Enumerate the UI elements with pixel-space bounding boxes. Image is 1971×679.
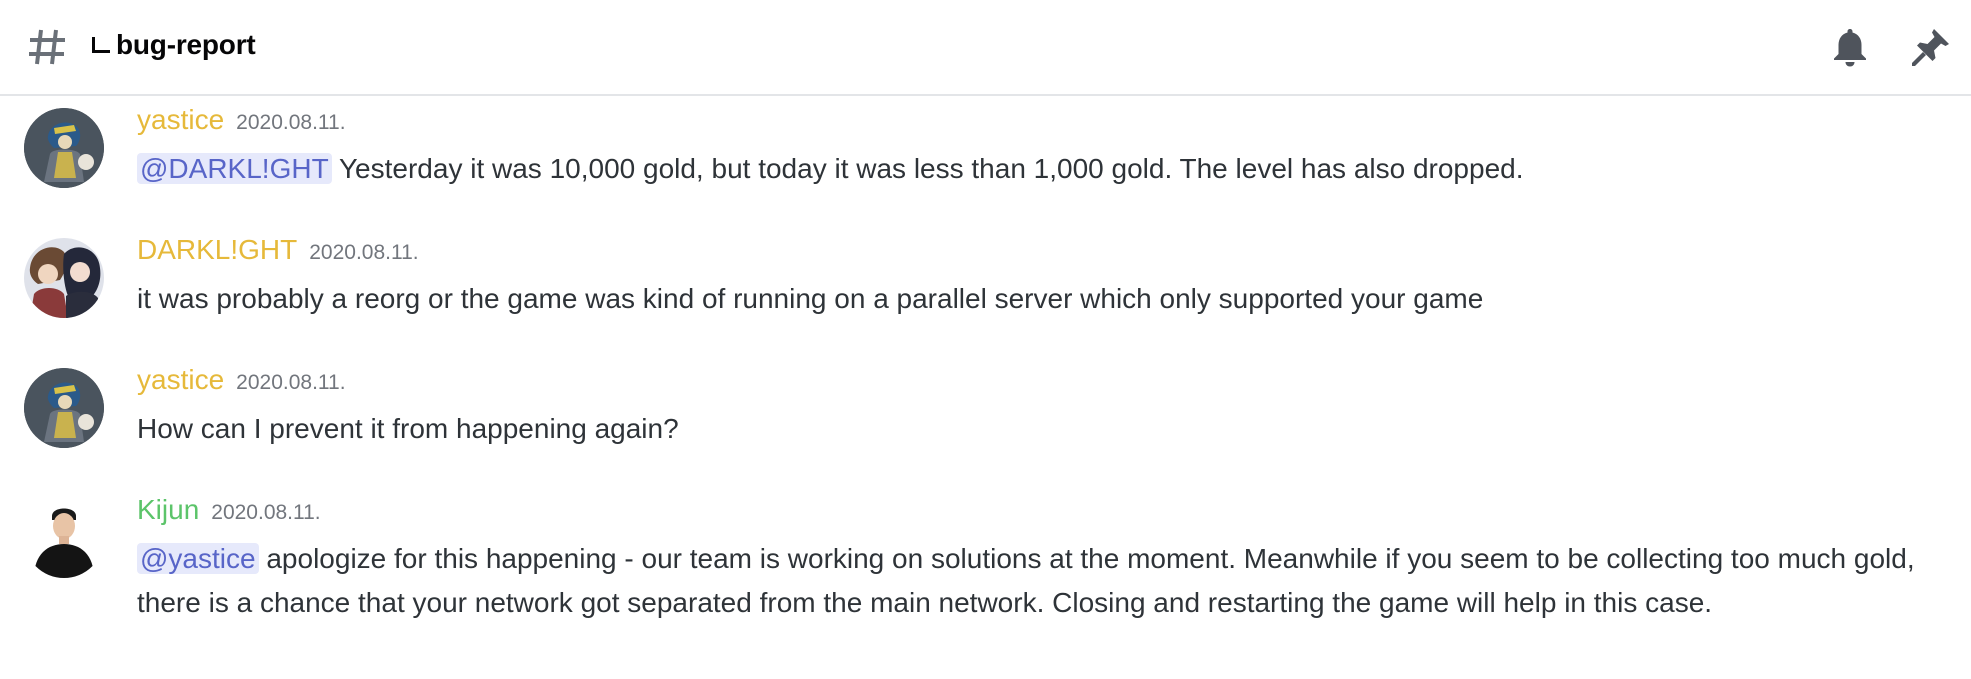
user-mention[interactable]: @DARKL!GHT [137, 153, 332, 184]
username[interactable]: yastice [137, 104, 224, 135]
message-header: yastice 2020.08.11. [137, 364, 346, 396]
channel-title: bug-report [92, 29, 256, 61]
timestamp: 2020.08.11. [309, 241, 419, 264]
message-content: it was probably a reorg or the game was … [137, 277, 1927, 321]
avatar[interactable] [24, 498, 104, 578]
channel-header: bug-report [0, 0, 1971, 96]
message-text: it was probably a reorg or the game was … [137, 283, 1484, 314]
avatar-image [24, 368, 104, 448]
user-mention[interactable]: @yastice [137, 543, 259, 574]
timestamp: 2020.08.11. [236, 111, 346, 134]
username[interactable]: yastice [137, 364, 224, 395]
timestamp: 2020.08.11. [236, 371, 346, 394]
message-text: apologize for this happening - our team … [137, 543, 1915, 618]
message-content: How can I prevent it from happening agai… [137, 407, 1927, 451]
channel-name-label: bug-report [116, 29, 256, 60]
avatar-image [24, 108, 104, 188]
avatar-image [24, 498, 104, 578]
message-content: @yastice apologize for this happening - … [137, 537, 1927, 625]
hashtag-icon [29, 29, 65, 65]
timestamp: 2020.08.11. [211, 501, 321, 524]
message-header: DARKL!GHT 2020.08.11. [137, 234, 419, 266]
avatar[interactable] [24, 368, 104, 448]
message-content: @DARKL!GHT Yesterday it was 10,000 gold,… [137, 147, 1927, 191]
username[interactable]: DARKL!GHT [137, 234, 297, 265]
avatar[interactable] [24, 108, 104, 188]
message-header: Kijun 2020.08.11. [137, 494, 321, 526]
message-header: yastice 2020.08.11. [137, 104, 346, 136]
thread-icon [92, 37, 110, 53]
avatar-image [24, 238, 104, 318]
avatar[interactable] [24, 238, 104, 318]
pin-icon[interactable] [1910, 26, 1952, 68]
username[interactable]: Kijun [137, 494, 199, 525]
bell-icon[interactable] [1830, 26, 1870, 68]
message-text: How can I prevent it from happening agai… [137, 413, 679, 444]
message-text: Yesterday it was 10,000 gold, but today … [331, 153, 1524, 184]
